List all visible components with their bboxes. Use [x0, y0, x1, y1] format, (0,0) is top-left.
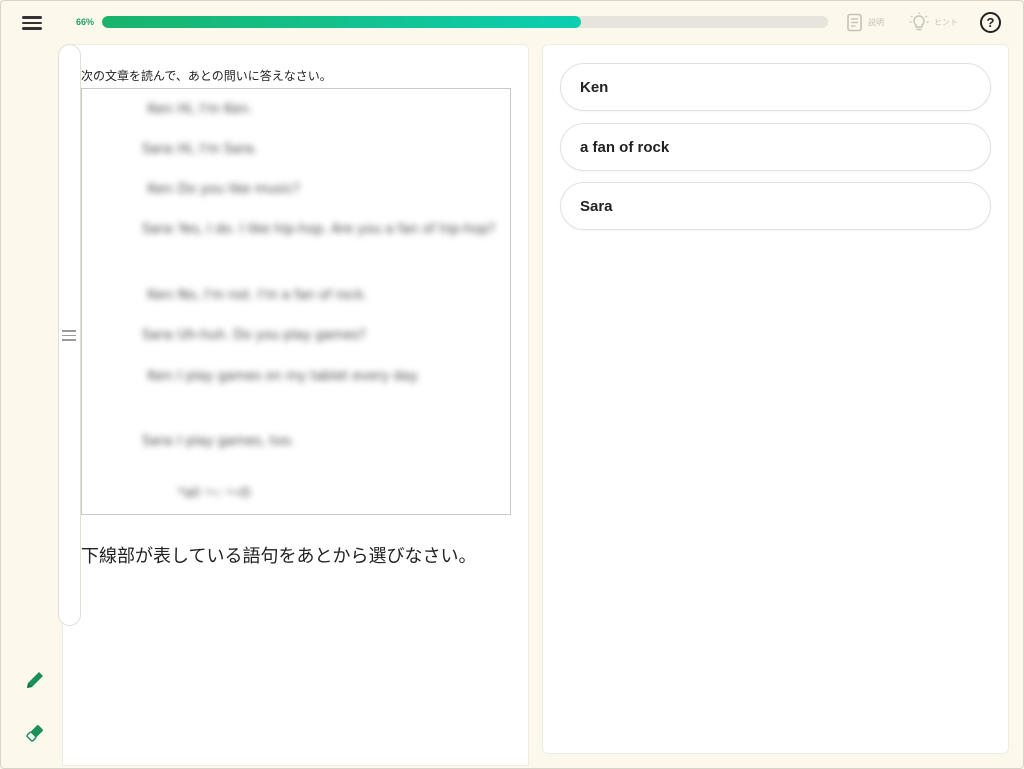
explanation-button[interactable]: 説明	[846, 11, 884, 33]
passage-box: Ken: Hi, I'm Ken. Sara: Hi, I'm Sara. Ke…	[81, 88, 511, 515]
speaker-label: Ken:	[147, 288, 177, 303]
help-button[interactable]: ?	[980, 12, 1001, 33]
pencil-icon	[27, 672, 43, 688]
question-text: 下線部が表している語句をあとから選びなさい。	[81, 546, 477, 567]
explanation-label: 説明	[868, 17, 884, 27]
hint-button[interactable]: ヒント	[908, 11, 958, 33]
progress-percent: 66%	[76, 17, 95, 27]
speaker-label: Sara:	[142, 434, 176, 449]
dialogue-text: Uh-huh. Do you play games?	[178, 328, 366, 343]
dialogue-text: I play games on my tablet every day.	[178, 369, 420, 384]
hint-label: ヒント	[934, 17, 958, 27]
footnote-text: *all ～: ～の	[178, 486, 252, 501]
choice-button[interactable]: Sara	[560, 182, 991, 230]
speaker-label: Sara:	[142, 142, 176, 157]
speaker-label: Ken:	[147, 182, 177, 197]
lightbulb-icon	[909, 12, 929, 31]
speaker-label: Ken:	[147, 369, 177, 384]
dialogue-text: Hi, I'm Ken.	[178, 102, 253, 117]
dialogue-text: Yes, I do. I like hip-hop. Are you a fan…	[178, 222, 496, 237]
passage-instruction: 次の文章を読んで、あとの問いに答えなさい。	[81, 69, 332, 83]
menu-icon[interactable]	[22, 13, 42, 33]
dialogue-text: Do you like music?	[178, 182, 300, 197]
dialogue-text: No, I'm not. I'm a fan of rock.	[178, 288, 368, 303]
progress-bar	[102, 16, 828, 28]
pencil-button[interactable]	[22, 667, 48, 693]
progress-bar-fill	[102, 16, 582, 28]
help-icon: ?	[986, 15, 995, 30]
dialogue-text: Hi, I'm Sara.	[178, 142, 258, 157]
eraser-button[interactable]	[22, 720, 48, 746]
choice-button[interactable]: a fan of rock	[560, 123, 991, 171]
dialogue-text: I play games, too.	[178, 434, 295, 449]
drag-handle-icon[interactable]	[62, 327, 76, 347]
eraser-icon	[26, 725, 43, 742]
speaker-label: Sara:	[142, 222, 176, 237]
speaker-label: Sara:	[142, 328, 176, 343]
speaker-label: Ken:	[147, 102, 177, 117]
choice-button[interactable]: Ken	[560, 63, 991, 111]
document-icon	[847, 13, 862, 31]
